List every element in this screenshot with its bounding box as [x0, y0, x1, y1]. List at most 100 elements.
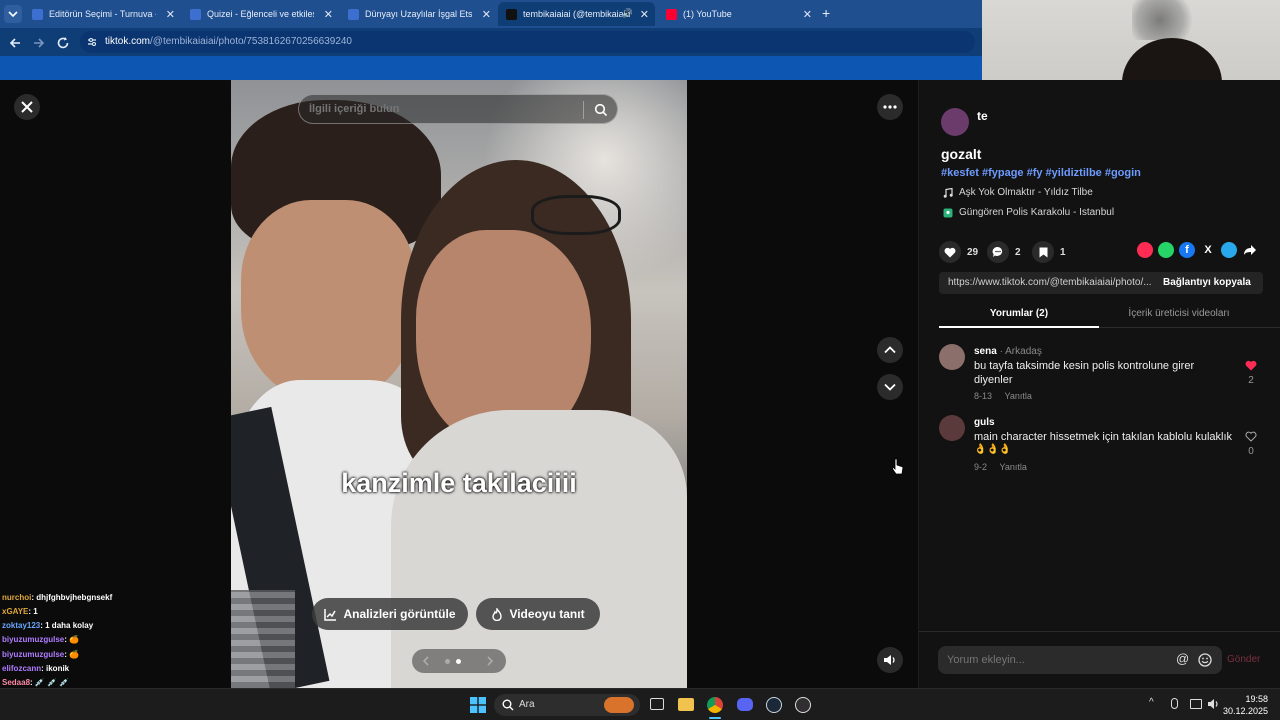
- author-avatar[interactable]: [941, 108, 969, 136]
- avatar[interactable]: [939, 415, 965, 441]
- tab-close-icon[interactable]: ✕: [803, 8, 812, 21]
- chevron-down-icon: [8, 11, 18, 18]
- author-name[interactable]: te: [977, 109, 988, 123]
- network-icon[interactable]: [1190, 699, 1202, 709]
- close-viewer-button[interactable]: [14, 94, 40, 120]
- chat-message: elifozcann: ikonik: [2, 664, 69, 673]
- browser-tab[interactable]: (1) YouTube ✕: [658, 2, 818, 26]
- comment-like-count: 2: [1248, 375, 1254, 386]
- location-name: Güngören Polis Karakolu - Istanbul: [959, 207, 1115, 218]
- obs-icon[interactable]: [795, 697, 811, 713]
- browser-tab[interactable]: Dünyayı Uzaylılar İşgal Etse İlk K ✕: [340, 2, 497, 26]
- music-row[interactable]: Aşk Yok Olmaktır - Yıldız Tilbe: [943, 187, 1093, 198]
- promote-video-button[interactable]: Videoyu tanıt: [476, 598, 600, 630]
- avatar[interactable]: [939, 344, 965, 370]
- previous-post-button[interactable]: [877, 337, 903, 363]
- microphone-icon[interactable]: [1171, 698, 1178, 709]
- carousel-next-icon[interactable]: [484, 655, 496, 667]
- tab-favicon-icon: [190, 8, 201, 20]
- related-search-bar[interactable]: [298, 94, 618, 124]
- reload-icon[interactable]: [56, 36, 70, 50]
- comment-item: sena · Arkadaş bu tayfa taksimde kesin p…: [939, 344, 1279, 404]
- windows-start-icon[interactable]: [470, 697, 486, 713]
- search-icon[interactable]: [594, 103, 608, 117]
- copy-link-button[interactable]: Bağlantıyı kopyala: [1163, 277, 1251, 288]
- telegram-icon[interactable]: [1221, 242, 1237, 258]
- comments-tab[interactable]: Yorumlar (2): [939, 308, 1099, 319]
- chat-text: : 1: [28, 607, 38, 616]
- file-explorer-icon[interactable]: [678, 698, 694, 711]
- chat-text: : dhjfghbvjhebgnsekf: [31, 593, 113, 602]
- heart-outline-icon[interactable]: [1245, 431, 1257, 442]
- more-options-button[interactable]: [877, 94, 903, 120]
- whatsapp-icon[interactable]: [1158, 242, 1174, 258]
- speaker-icon: [884, 655, 895, 665]
- view-analytics-button[interactable]: Analizleri görüntüle: [312, 598, 468, 630]
- photo-caption: kanzimle takilaciiii: [341, 468, 577, 498]
- tab-search-button[interactable]: [4, 5, 22, 23]
- tab-close-icon[interactable]: ✕: [482, 8, 491, 21]
- chrome-icon[interactable]: [707, 697, 723, 713]
- chevron-down-icon: [884, 383, 896, 391]
- chat-message: zoktay123: 1 daha kolay: [2, 621, 93, 630]
- reply-button[interactable]: Yanıtla: [1005, 391, 1032, 401]
- carousel-dot-2[interactable]: [456, 659, 461, 664]
- back-arrow-icon[interactable]: [8, 36, 22, 50]
- site-settings-icon[interactable]: [86, 36, 98, 48]
- tray-chevron-up-icon[interactable]: ^: [1149, 697, 1154, 708]
- comment-button[interactable]: 2: [987, 241, 1021, 263]
- send-comment-button[interactable]: Gönder: [1227, 654, 1260, 665]
- tab-close-icon[interactable]: ✕: [324, 8, 333, 21]
- browser-tab[interactable]: Editörün Seçimi - Turnuva - Qu ✕: [24, 2, 181, 26]
- url-field[interactable]: tiktok.com/@tembikaiaiai/photo/753816267…: [80, 31, 975, 53]
- browser-tab[interactable]: Quizei - Eğlenceli ve etkileşimli ✕: [182, 2, 339, 26]
- heart-filled-icon[interactable]: [1245, 360, 1257, 371]
- related-search-input[interactable]: [309, 100, 569, 118]
- location-row[interactable]: Güngören Polis Karakolu - Istanbul: [943, 207, 1114, 218]
- comment-count: 2: [1015, 246, 1021, 258]
- clock-date[interactable]: 30.12.2025: [1218, 706, 1268, 716]
- comment-input[interactable]: [947, 652, 1167, 668]
- carousel-dot-1[interactable]: [445, 659, 450, 664]
- repost-icon[interactable]: [1137, 242, 1153, 258]
- post-photo[interactable]: kanzimle takilaciiii Analizleri görüntül…: [231, 80, 687, 688]
- share-link-text[interactable]: https://www.tiktok.com/@tembikaiaiai/pho…: [948, 277, 1153, 288]
- music-note-icon: [943, 187, 953, 198]
- tab-title: Quizei - Eğlenceli ve etkileşimli: [207, 9, 314, 19]
- mention-icon[interactable]: @: [1176, 651, 1189, 666]
- tab-title: tembikaiaiai (@tembikaiaiai): [523, 9, 630, 19]
- comment-username[interactable]: sena: [974, 346, 997, 357]
- clock-time[interactable]: 19:58: [1228, 694, 1268, 704]
- creator-videos-tab[interactable]: İçerik üreticisi videoları: [1099, 308, 1259, 319]
- tab-title: Editörün Seçimi - Turnuva - Qu: [49, 9, 156, 19]
- tab-close-icon[interactable]: ✕: [166, 8, 175, 21]
- chat-message: Sedaa8: 💉 💉 💉: [2, 678, 69, 687]
- share-arrow-icon[interactable]: [1242, 242, 1258, 258]
- share-icons: f X: [1137, 242, 1258, 258]
- browser-tab[interactable]: tembikaiaiai (@tembikaiaiai) 🔊 ✕: [498, 2, 655, 26]
- active-app-indicator: [709, 717, 721, 719]
- like-button[interactable]: 29: [939, 241, 978, 263]
- discord-icon[interactable]: [737, 698, 753, 711]
- comment-username[interactable]: guls: [974, 417, 995, 428]
- reply-button[interactable]: Yanıtla: [1000, 462, 1027, 472]
- carousel-controls: [412, 649, 506, 673]
- post-hashtags[interactable]: #kesfet #fypage #fy #yildiztilbe #gogin: [941, 167, 1141, 179]
- new-tab-button[interactable]: +: [822, 5, 830, 21]
- next-post-button[interactable]: [877, 374, 903, 400]
- taskbar-search[interactable]: Ara: [494, 694, 640, 716]
- carousel-prev-icon[interactable]: [420, 655, 432, 667]
- x-twitter-icon[interactable]: X: [1200, 242, 1216, 258]
- chevron-up-icon: [884, 346, 896, 354]
- steam-icon[interactable]: [766, 697, 782, 713]
- save-button[interactable]: 1: [1032, 241, 1066, 263]
- facebook-icon[interactable]: f: [1179, 242, 1195, 258]
- volume-button[interactable]: [877, 647, 903, 673]
- location-pin-icon: [943, 208, 953, 217]
- chat-username: nurchoi: [2, 593, 32, 602]
- forward-arrow-icon[interactable]: [32, 36, 46, 50]
- emoji-smile-icon[interactable]: [1198, 653, 1212, 667]
- task-view-icon[interactable]: [650, 698, 664, 710]
- tab-audio-icon[interactable]: 🔊: [622, 8, 633, 19]
- tab-close-icon[interactable]: ✕: [640, 8, 649, 21]
